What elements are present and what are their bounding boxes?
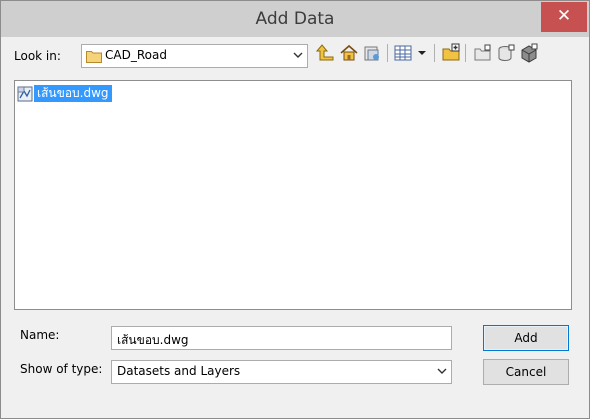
- show-of-type-dropdown[interactable]: Datasets and Layers: [111, 360, 452, 384]
- close-button[interactable]: ✕: [541, 2, 587, 32]
- folder-icon: [86, 51, 102, 63]
- title-bar[interactable]: Add Data ✕: [1, 1, 589, 37]
- dialog-title: Add Data: [255, 9, 335, 29]
- file-list[interactable]: เส้นขอบ.dwg: [14, 80, 572, 310]
- toolbar-separator: [434, 44, 435, 62]
- name-field-value: เส้นขอบ.dwg: [117, 333, 189, 347]
- new-folder-icon[interactable]: [472, 43, 492, 63]
- cad-drawing-icon: [17, 86, 33, 102]
- new-shapefile-icon[interactable]: [519, 43, 539, 63]
- file-name-label: เส้นขอบ.dwg: [34, 85, 112, 102]
- name-label: Name:: [20, 328, 60, 342]
- chevron-down-icon: [437, 368, 447, 374]
- show-of-type-value: Datasets and Layers: [117, 364, 241, 378]
- add-button[interactable]: Add: [483, 325, 569, 351]
- look-in-dropdown[interactable]: CAD_Road: [81, 44, 308, 68]
- view-options-dropdown-icon[interactable]: [415, 43, 429, 63]
- up-one-level-icon[interactable]: [316, 43, 336, 63]
- look-in-value: CAD_Road: [105, 48, 167, 62]
- toolbar-separator: [465, 44, 466, 62]
- view-list-icon[interactable]: [393, 43, 413, 63]
- name-field[interactable]: เส้นขอบ.dwg: [111, 326, 452, 350]
- chevron-down-icon: [293, 52, 303, 58]
- new-geodatabase-icon[interactable]: [496, 43, 516, 63]
- home-icon[interactable]: [339, 43, 359, 63]
- go-to-folder-icon[interactable]: [362, 43, 382, 63]
- show-of-type-label: Show of type:: [20, 362, 103, 376]
- look-in-label: Look in:: [14, 49, 61, 63]
- connect-to-folder-icon[interactable]: [441, 43, 461, 63]
- toolbar-separator: [387, 44, 388, 62]
- cancel-button[interactable]: Cancel: [483, 359, 569, 385]
